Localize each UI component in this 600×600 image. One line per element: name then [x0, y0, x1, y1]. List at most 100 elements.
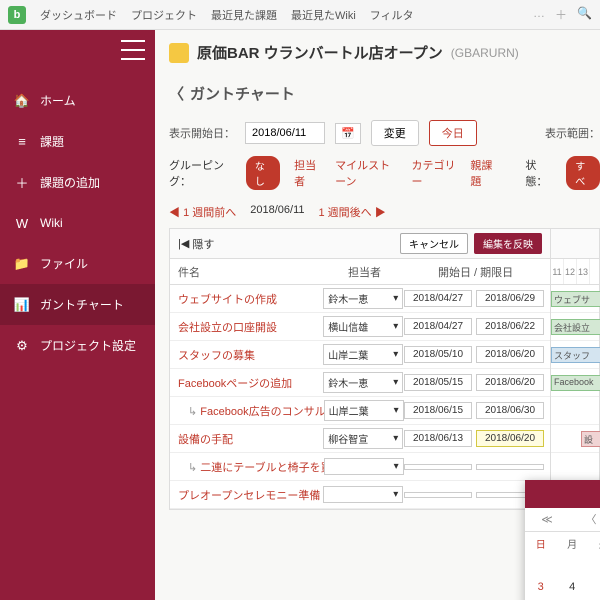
back-chevron-icon[interactable]: 〈	[169, 83, 184, 104]
week-next[interactable]: 1 週間後へ ▶	[319, 204, 386, 220]
task-name[interactable]: Facebook広告のコンサル	[170, 403, 324, 419]
start-date-cell[interactable]	[404, 464, 472, 470]
change-button[interactable]: 変更	[371, 120, 419, 146]
collapse-icon[interactable]: |◀	[178, 237, 189, 250]
col-assignee: 担当者	[340, 264, 430, 280]
topnav-recent-wiki[interactable]: 最近見たWiki	[291, 7, 356, 23]
end-date-cell[interactable]: 2018/06/20	[476, 430, 544, 447]
start-date-cell[interactable]: 2018/05/10	[404, 346, 472, 363]
assignee-select[interactable]: 横山信雄▾	[323, 316, 403, 337]
year-prev-icon[interactable]: ≪	[525, 508, 569, 531]
gantt-row: ウェブサ	[551, 285, 599, 313]
topnav-dashboard[interactable]: ダッシュボード	[40, 7, 117, 23]
gantt-row: スタッフ	[551, 341, 599, 369]
calendar-icon[interactable]: 📅	[335, 123, 361, 144]
topnav-recent-issues[interactable]: 最近見た課題	[211, 7, 277, 23]
chevron-down-icon: ▾	[394, 461, 399, 472]
topnav-projects[interactable]: プロジェクト	[131, 7, 197, 23]
task-name[interactable]: スタッフの募集	[170, 347, 323, 363]
group-milestone[interactable]: マイルストーン	[335, 157, 397, 189]
start-date-cell[interactable]: 2018/04/27	[404, 318, 472, 335]
end-date-cell[interactable]: 2018/06/29	[476, 290, 544, 307]
task-name[interactable]: ウェブサイトの作成	[170, 291, 323, 307]
end-date-cell[interactable]: 2018/06/20	[476, 374, 544, 391]
assignee-select[interactable]: 鈴木一恵▾	[323, 288, 403, 309]
date-picker: 2018年 6月 ✕ ≪ 〈 今日 〉 ≫ 日月火水木金土12345678910…	[525, 480, 600, 600]
group-parent[interactable]: 親課題	[470, 157, 497, 189]
gantt-bar[interactable]: スタッフ	[551, 347, 600, 363]
end-date-cell[interactable]: 2018/06/20	[476, 346, 544, 363]
task-name[interactable]: 二連にテーブルと椅子を買いに行く	[170, 459, 324, 475]
range-label: 表示範囲：	[545, 125, 600, 141]
calendar-day[interactable]	[525, 554, 556, 576]
gantt-row	[551, 453, 599, 481]
sidebar-item-5[interactable]: 📊ガントチャート	[0, 284, 155, 325]
sidebar-item-3[interactable]: WWiki	[0, 203, 155, 243]
assignee-select[interactable]: ▾	[323, 486, 403, 503]
task-row: 二連にテーブルと椅子を買いに行く ▾	[170, 453, 550, 481]
sidebar-item-2[interactable]: ＋課題の追加	[0, 162, 155, 203]
top-bar: b ダッシュボード プロジェクト 最近見た課題 最近見たWiki フィルタ … …	[0, 0, 600, 30]
group-assignee[interactable]: 担当者	[294, 157, 321, 189]
month-prev-icon[interactable]: 〈	[569, 508, 600, 531]
search-icon[interactable]: 🔍	[577, 6, 592, 23]
task-name[interactable]: Facebookページの追加	[170, 375, 323, 391]
cancel-button[interactable]: キャンセル	[400, 233, 468, 254]
nav-icon: 🏠	[14, 93, 30, 109]
end-date-cell[interactable]: 2018/06/22	[476, 318, 544, 335]
task-row: Facebookページの追加鈴木一恵▾2018/05/152018/06/20	[170, 369, 550, 397]
task-row: プレオープンセレモニー準備▾	[170, 481, 550, 509]
assignee-select[interactable]: 鈴木一恵▾	[323, 372, 403, 393]
today-button[interactable]: 今日	[429, 120, 477, 146]
calendar-day[interactable]	[588, 554, 600, 576]
week-prev[interactable]: ◀ 1 週間前へ	[169, 204, 236, 220]
calendar-day[interactable]: 5	[588, 576, 600, 598]
sidebar-item-4[interactable]: 📁ファイル	[0, 243, 155, 284]
start-date-cell[interactable]: 2018/05/15	[404, 374, 472, 391]
assignee-select[interactable]: 山岸二葉▾	[323, 344, 403, 365]
task-name[interactable]: 設備の手配	[170, 431, 323, 447]
group-category[interactable]: カテゴリー	[412, 157, 457, 189]
gantt-bar[interactable]: 会社設立	[551, 319, 600, 335]
start-date-cell[interactable]: 2018/04/27	[404, 290, 472, 307]
plus-icon[interactable]: ＋	[555, 6, 567, 23]
hide-label[interactable]: 隠す	[192, 236, 214, 252]
dots-icon[interactable]: …	[533, 6, 545, 23]
calendar-day[interactable]: 3	[525, 576, 556, 598]
assignee-select[interactable]: ▾	[324, 458, 404, 475]
start-date-cell[interactable]: 2018/06/15	[404, 402, 472, 419]
col-name: 件名	[170, 264, 340, 280]
project-code: (GBARURN)	[451, 46, 519, 60]
grouping-label: グルーピング：	[169, 157, 232, 189]
nav-icon: 📊	[14, 297, 30, 313]
project-header: 原価BAR ウランバートル店オープン (GBARURN)	[169, 42, 600, 63]
hamburger-icon[interactable]	[121, 40, 145, 60]
task-name[interactable]: プレオープンセレモニー準備	[170, 487, 323, 503]
chevron-down-icon: ▾	[394, 405, 399, 416]
sidebar-item-6[interactable]: ⚙プロジェクト設定	[0, 325, 155, 366]
project-icon	[169, 43, 189, 63]
gantt-bar[interactable]: Facebook	[551, 375, 600, 391]
gantt-row: Facebook	[551, 369, 599, 397]
sidebar-item-0[interactable]: 🏠ホーム	[0, 80, 155, 121]
status-pill[interactable]: すべ	[566, 156, 600, 190]
start-date-label: 表示開始日：	[169, 125, 235, 141]
end-date-cell[interactable]	[476, 464, 544, 470]
page-title: 〈 ガントチャート	[169, 83, 600, 104]
assignee-select[interactable]: 山岸二葉▾	[324, 400, 404, 421]
calendar-day[interactable]: 4	[556, 576, 587, 598]
end-date-cell[interactable]: 2018/06/30	[476, 402, 544, 419]
topnav-filter[interactable]: フィルタ	[370, 7, 414, 23]
app-logo[interactable]: b	[8, 6, 26, 24]
start-date-input[interactable]	[245, 122, 325, 144]
assignee-select[interactable]: 柳谷智宣▾	[323, 428, 403, 449]
calendar-day[interactable]	[556, 554, 587, 576]
apply-button[interactable]: 編集を反映	[474, 233, 542, 254]
task-name[interactable]: 会社設立の口座開設	[170, 319, 323, 335]
start-date-cell[interactable]: 2018/06/13	[404, 430, 472, 447]
gantt-bar[interactable]: ウェブサ	[551, 291, 600, 307]
gantt-bar[interactable]: 設	[581, 431, 600, 447]
sidebar-item-1[interactable]: ≡課題	[0, 121, 155, 162]
start-date-cell[interactable]	[404, 492, 472, 498]
group-none[interactable]: なし	[246, 156, 280, 190]
